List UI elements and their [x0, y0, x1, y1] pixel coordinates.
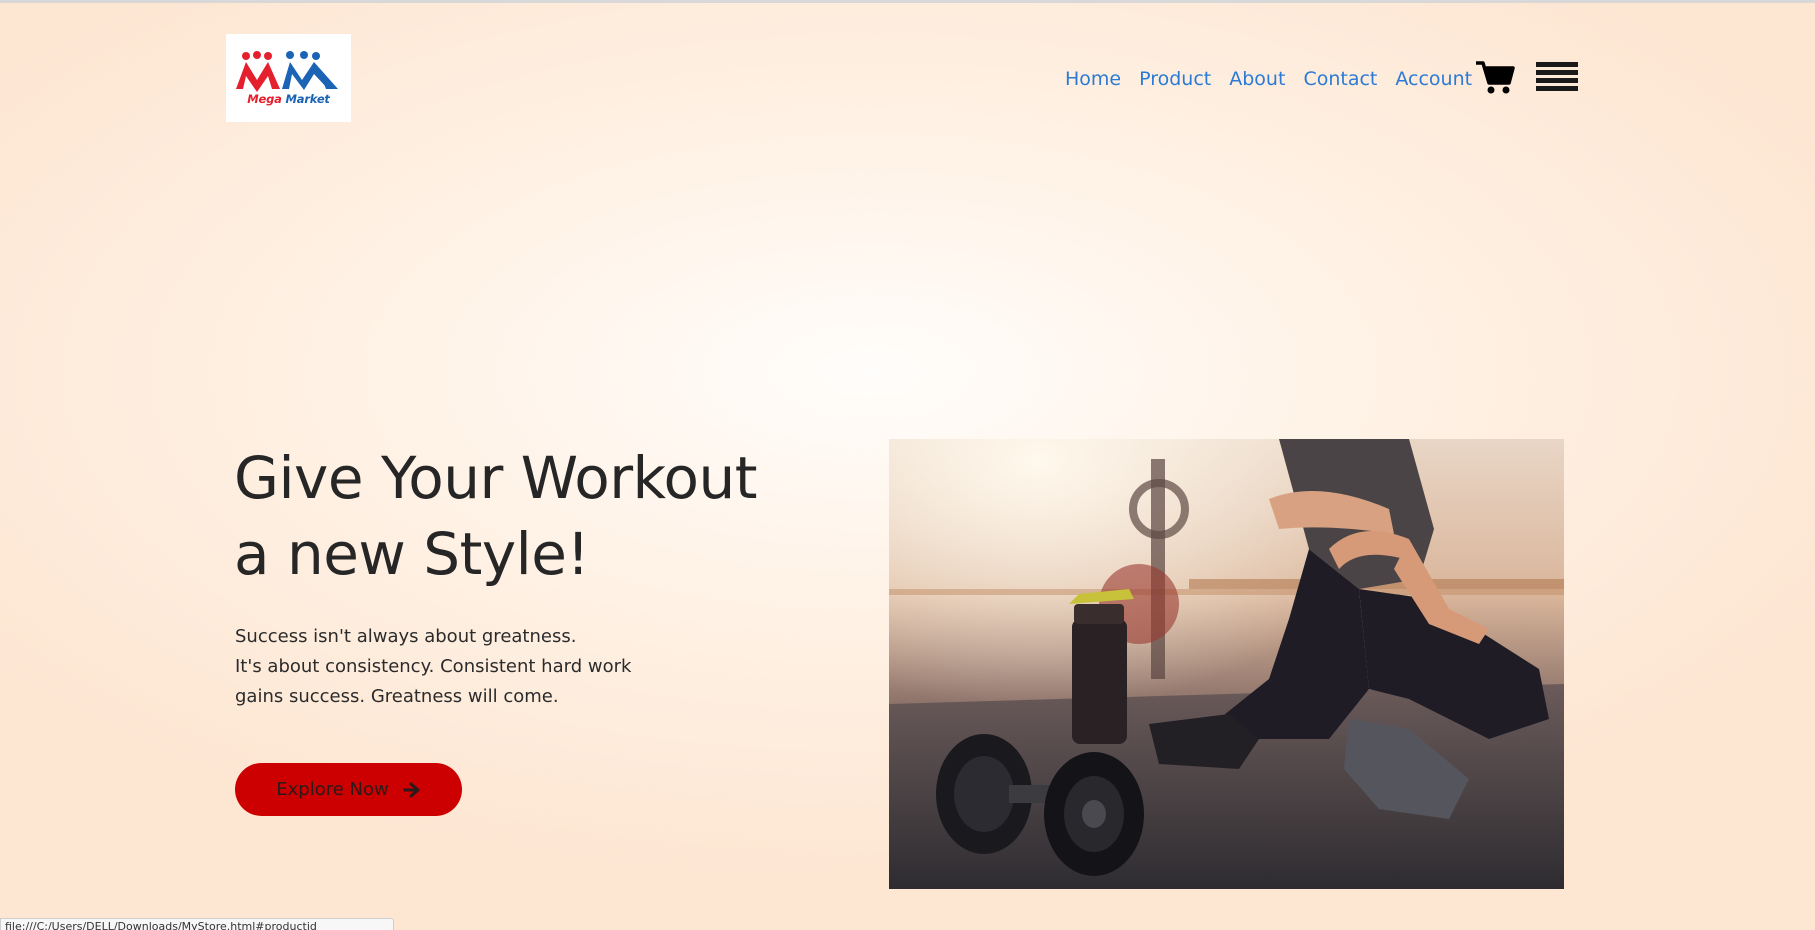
mega-market-logo[interactable]: Mega Market: [226, 34, 351, 122]
hero-subtitle-line-2: It's about consistency. Consistent hard …: [235, 656, 632, 677]
arrow-right-icon: [402, 782, 420, 797]
nav-link-contact[interactable]: Contact: [1303, 68, 1377, 90]
nav-link-product[interactable]: Product: [1139, 68, 1211, 90]
hero-workout-image: [889, 439, 1564, 889]
logo-wordmark: Mega Market: [226, 92, 351, 106]
window-top-border: [0, 0, 1815, 3]
nav-link-about[interactable]: About: [1229, 68, 1285, 90]
hero-subtitle-line-1: Success isn't always about greatness.: [235, 626, 577, 647]
hero-subtitle: Success isn't always about greatness. It…: [235, 622, 735, 712]
nav-link-home[interactable]: Home: [1065, 68, 1121, 90]
hero-subtitle-line-3: gains success. Greatness will come.: [235, 686, 559, 707]
main-navigation: Home Product About Contact Account: [1065, 64, 1490, 94]
hero-title: Give Your Workout a new Style!: [234, 440, 834, 592]
logo-word-market: Market: [285, 92, 330, 106]
shopping-cart-icon[interactable]: [1475, 58, 1515, 96]
status-bar-url: file:///C:/Users/DELL/Downloads/MyStore.…: [0, 918, 394, 930]
nav-link-account[interactable]: Account: [1395, 68, 1472, 90]
hamburger-menu-icon[interactable]: [1536, 60, 1578, 94]
logo-word-mega: Mega: [247, 92, 282, 106]
logo-figures-icon: [236, 51, 338, 92]
hero-title-line-1: Give Your Workout: [234, 444, 758, 512]
hero-title-line-2: a new Style!: [234, 520, 590, 588]
explore-now-label: Explore Now: [276, 779, 389, 800]
explore-now-button[interactable]: Explore Now: [235, 763, 462, 816]
